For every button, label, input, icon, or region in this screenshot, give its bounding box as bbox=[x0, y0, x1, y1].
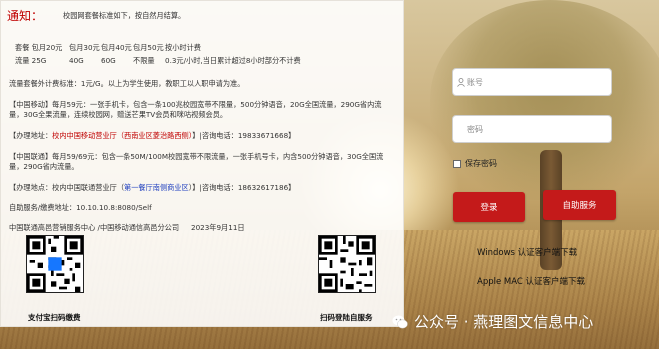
remember-password-checkbox[interactable] bbox=[453, 159, 461, 168]
remember-password-label: 保存密码 bbox=[465, 159, 497, 168]
qr-pattern bbox=[319, 236, 375, 292]
traffic-row: 流量 25G 40G 60G 不限量 0.3元/小时,当日累计超过8小时部分不计… bbox=[15, 54, 301, 67]
password-input[interactable]: 密码 bbox=[452, 115, 612, 143]
windows-client-download-link[interactable]: Windows 认证客户端下载 bbox=[477, 246, 577, 258]
qr-pattern bbox=[27, 236, 83, 292]
self-service-button[interactable]: 自助服务 bbox=[543, 190, 616, 220]
traffic-label: 流量 25G bbox=[15, 56, 47, 65]
broadband-row: 套餐 包月20元 包月30元 包月40元 包月50元 按小时计费 bbox=[15, 41, 301, 54]
mobile-description: 【中国移动】每月59元：一张手机卡，包含一条100兆校园宽带不限量，500分钟语… bbox=[9, 100, 382, 119]
traffic-item: 40G bbox=[69, 56, 84, 65]
unicom-office: 【办理地点：校内中国联通营业厅（第一餐厅南侧商业区）】|咨询电话：1863261… bbox=[9, 183, 295, 193]
notice-panel: 通知： 校园网套餐标准如下，按自然月结算。 套餐 包月20元 包月30元 包月4… bbox=[0, 0, 404, 327]
broadband-item: 包月30元 bbox=[69, 43, 100, 52]
mobile-office-address: 校内中国移动营业厅（西南业区菱治路西侧） bbox=[52, 131, 193, 140]
extra-rule: 流量套餐外计费标准：1元/G。以上为学生使用，教职工以人职申请为准。 bbox=[9, 79, 245, 88]
mobile-office-phone: 】|咨询电话：19833671668】 bbox=[192, 131, 296, 140]
alipay-qr-label: 支付宝扫码缴费 bbox=[28, 313, 81, 322]
traffic-item: 60G bbox=[101, 56, 116, 65]
mobile-office: 【办理地址：校内中国移动营业厅（西南业区菱治路西侧）】|咨询电话：1983367… bbox=[9, 131, 295, 141]
footer-date: 2023年9月11日 bbox=[191, 223, 245, 232]
broadband-item: 包月40元 bbox=[101, 43, 132, 52]
watermark-text: 公众号 · 燕理图文信息中心 bbox=[414, 313, 594, 331]
unicom-office-address: 第一餐厅南侧商业区 bbox=[124, 183, 189, 192]
footer-org: 中国联通高邑营销服务中心 /中国移动通信高邑分公司 bbox=[9, 223, 180, 232]
traffic-item: 0.3元/小时,当日累计超过8小时部分不计费 bbox=[165, 56, 301, 65]
package-table: 套餐 包月20元 包月30元 包月40元 包月50元 按小时计费 流量 25G … bbox=[15, 41, 301, 67]
mac-client-download-link[interactable]: Apple MAC 认证客户端下载 bbox=[477, 275, 585, 287]
username-input[interactable]: 账号 bbox=[452, 68, 612, 96]
broadband-label: 套餐 包月20元 bbox=[15, 43, 63, 52]
unicom-office-prefix: 【办理地点：校内中国联通营业厅（ bbox=[9, 183, 125, 192]
login-button[interactable]: 登录 bbox=[453, 192, 525, 222]
unicom-office-phone: ）】|咨询电话：18632617186】 bbox=[188, 183, 296, 192]
self-service-qr-label: 扫码登陆自服务 bbox=[320, 313, 373, 322]
remember-password-row[interactable]: 保存密码 bbox=[453, 158, 497, 169]
broadband-item: 包月50元 bbox=[133, 43, 164, 52]
username-placeholder: 账号 bbox=[467, 77, 483, 87]
user-icon bbox=[457, 78, 465, 87]
notice-title: 通知： bbox=[7, 9, 44, 23]
notice-subtitle: 校园网套餐标准如下，按自然月结算。 bbox=[63, 11, 186, 20]
password-placeholder: 密码 bbox=[467, 124, 483, 134]
traffic-item: 不限量 bbox=[133, 56, 155, 65]
broadband-item: 按小时计费 bbox=[165, 43, 201, 52]
alipay-qr-code[interactable] bbox=[26, 235, 84, 293]
mobile-office-prefix: 【办理地址： bbox=[9, 131, 53, 140]
unicom-description: 【中国联通】每月59/69元：包含一条50M/100M校园宽带不限流量，一张手机… bbox=[9, 152, 384, 171]
wechat-watermark: 公众号 · 燕理图文信息中心 bbox=[392, 311, 593, 332]
wechat-icon bbox=[392, 315, 408, 328]
self-service-address: 自助服务/缴费地址：10.10.10.8:8080/Self bbox=[9, 203, 152, 212]
self-service-qr-code[interactable] bbox=[318, 235, 376, 293]
